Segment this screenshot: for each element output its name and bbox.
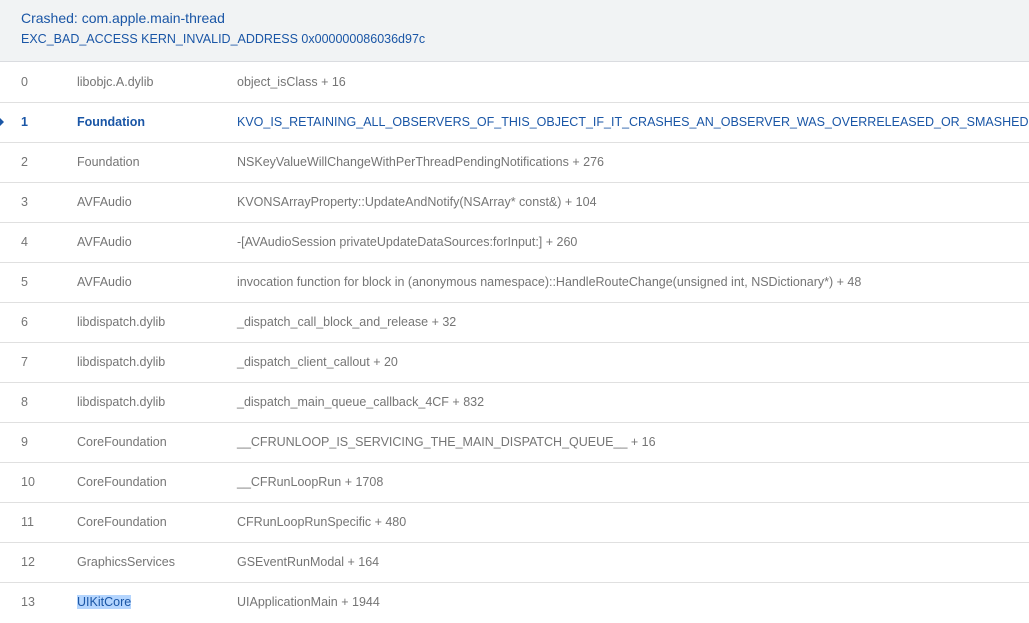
stack-frame-row[interactable]: 10 CoreFoundation __CFRunLoopRun + 1708 [0, 463, 1029, 503]
stack-frame-row[interactable]: 9 CoreFoundation __CFRUNLOOP_IS_SERVICING_… [0, 423, 1029, 463]
stack-frame-row[interactable]: 11 CoreFoundation CFRunLoopRunSpecific + 4… [0, 503, 1029, 543]
frame-index: 0 [21, 75, 28, 89]
stack-frame-row[interactable]: 6 libdispatch.dylib _dispatch_call_block_a… [0, 303, 1029, 343]
frame-symbol: CFRunLoopRunSpecific + 480 [237, 515, 407, 529]
frame-index: 9 [21, 435, 28, 449]
frame-index: 7 [21, 355, 28, 369]
frame-symbol: NSKeyValueWillChangeWithPerThreadPending… [237, 155, 604, 169]
frame-index: 13 [21, 595, 35, 609]
frame-index: 8 [21, 395, 28, 409]
stack-frame-row[interactable]: 7 libdispatch.dylib _dispatch_client_callo… [0, 343, 1029, 383]
frame-library: CoreFoundation [77, 475, 167, 489]
frame-library: libdispatch.dylib [77, 355, 166, 369]
frame-symbol: KVONSArrayProperty::UpdateAndNotify(NSAr… [237, 195, 597, 209]
stack-frame-row[interactable]: 4 AVFAudio -[AVAudioSession privateUpdateD… [0, 223, 1029, 263]
stack-frame-row[interactable]: 13 UIKitCore UIApplicationMain + 1944 [0, 583, 1029, 623]
crash-header: Crashed: com.apple.main-thread EXC_BAD_A… [0, 0, 1029, 62]
frame-library: libdispatch.dylib [77, 315, 166, 329]
frame-library: GraphicsServices [77, 555, 175, 569]
frame-library: CoreFoundation [77, 515, 167, 529]
frame-index: 5 [21, 275, 28, 289]
frame-library: libobjc.A.dylib [77, 75, 154, 89]
frame-library: libdispatch.dylib [77, 395, 166, 409]
stack-frame-row[interactable]: 5 AVFAudio invocation function for block i… [0, 263, 1029, 303]
frame-symbol: -[AVAudioSession privateUpdateDataSource… [237, 235, 578, 249]
frame-symbol: object_isClass + 16 [237, 75, 346, 89]
frame-symbol: invocation function for block in (anonym… [237, 275, 862, 289]
frame-symbol: _dispatch_call_block_and_release + 32 [237, 315, 457, 329]
stack-frame-row[interactable]: 2 Foundation NSKeyValueWillChangeWithPerTh… [0, 143, 1029, 183]
frame-index: 1 [21, 115, 28, 129]
stack-frame-row[interactable]: 3 AVFAudio KVONSArrayProperty::UpdateAndNo… [0, 183, 1029, 223]
frame-index: 12 [21, 555, 35, 569]
exception-details: EXC_BAD_ACCESS KERN_INVALID_ADDRESS 0x00… [21, 32, 426, 46]
current-frame-marker-icon [0, 118, 4, 126]
frame-library: Foundation [77, 155, 140, 169]
crash-title: Crashed: com.apple.main-thread [21, 10, 225, 26]
frame-symbol: GSEventRunModal + 164 [237, 555, 380, 569]
frame-library: AVFAudio [77, 275, 132, 289]
stack-trace-list: 0 libobjc.A.dylib object_isClass + 16 1 Foun… [0, 63, 1029, 623]
stack-frame-row[interactable]: 8 libdispatch.dylib _dispatch_main_queue_c… [0, 383, 1029, 423]
frame-library: Foundation [77, 115, 146, 129]
frame-library: AVFAudio [77, 195, 132, 209]
stack-frame-row[interactable]: 1 Foundation KVO_IS_RETAINING_ALL_OBSERVER… [0, 103, 1029, 143]
frame-index: 10 [21, 475, 35, 489]
frame-symbol: _dispatch_main_queue_callback_4CF + 832 [237, 395, 485, 409]
frame-library: CoreFoundation [77, 435, 167, 449]
stack-frame-row[interactable]: 12 GraphicsServices GSEventRunModal + 164 [0, 543, 1029, 583]
frame-symbol: _dispatch_client_callout + 20 [237, 355, 398, 369]
frame-index: 3 [21, 195, 28, 209]
stack-frame-row[interactable]: 0 libobjc.A.dylib object_isClass + 16 [0, 63, 1029, 103]
frame-index: 2 [21, 155, 28, 169]
frame-index: 4 [21, 235, 28, 249]
frame-symbol: KVO_IS_RETAINING_ALL_OBSERVERS_OF_THIS_O… [237, 115, 1029, 129]
frame-symbol: __CFRunLoopRun + 1708 [237, 475, 384, 489]
frame-library: AVFAudio [77, 235, 132, 249]
frame-symbol: __CFRUNLOOP_IS_SERVICING_THE_MAIN_DISPAT… [237, 435, 656, 449]
frame-index: 6 [21, 315, 28, 329]
frame-index: 11 [21, 515, 34, 529]
frame-library: UIKitCore [77, 595, 132, 609]
frame-symbol: UIApplicationMain + 1944 [237, 595, 380, 609]
